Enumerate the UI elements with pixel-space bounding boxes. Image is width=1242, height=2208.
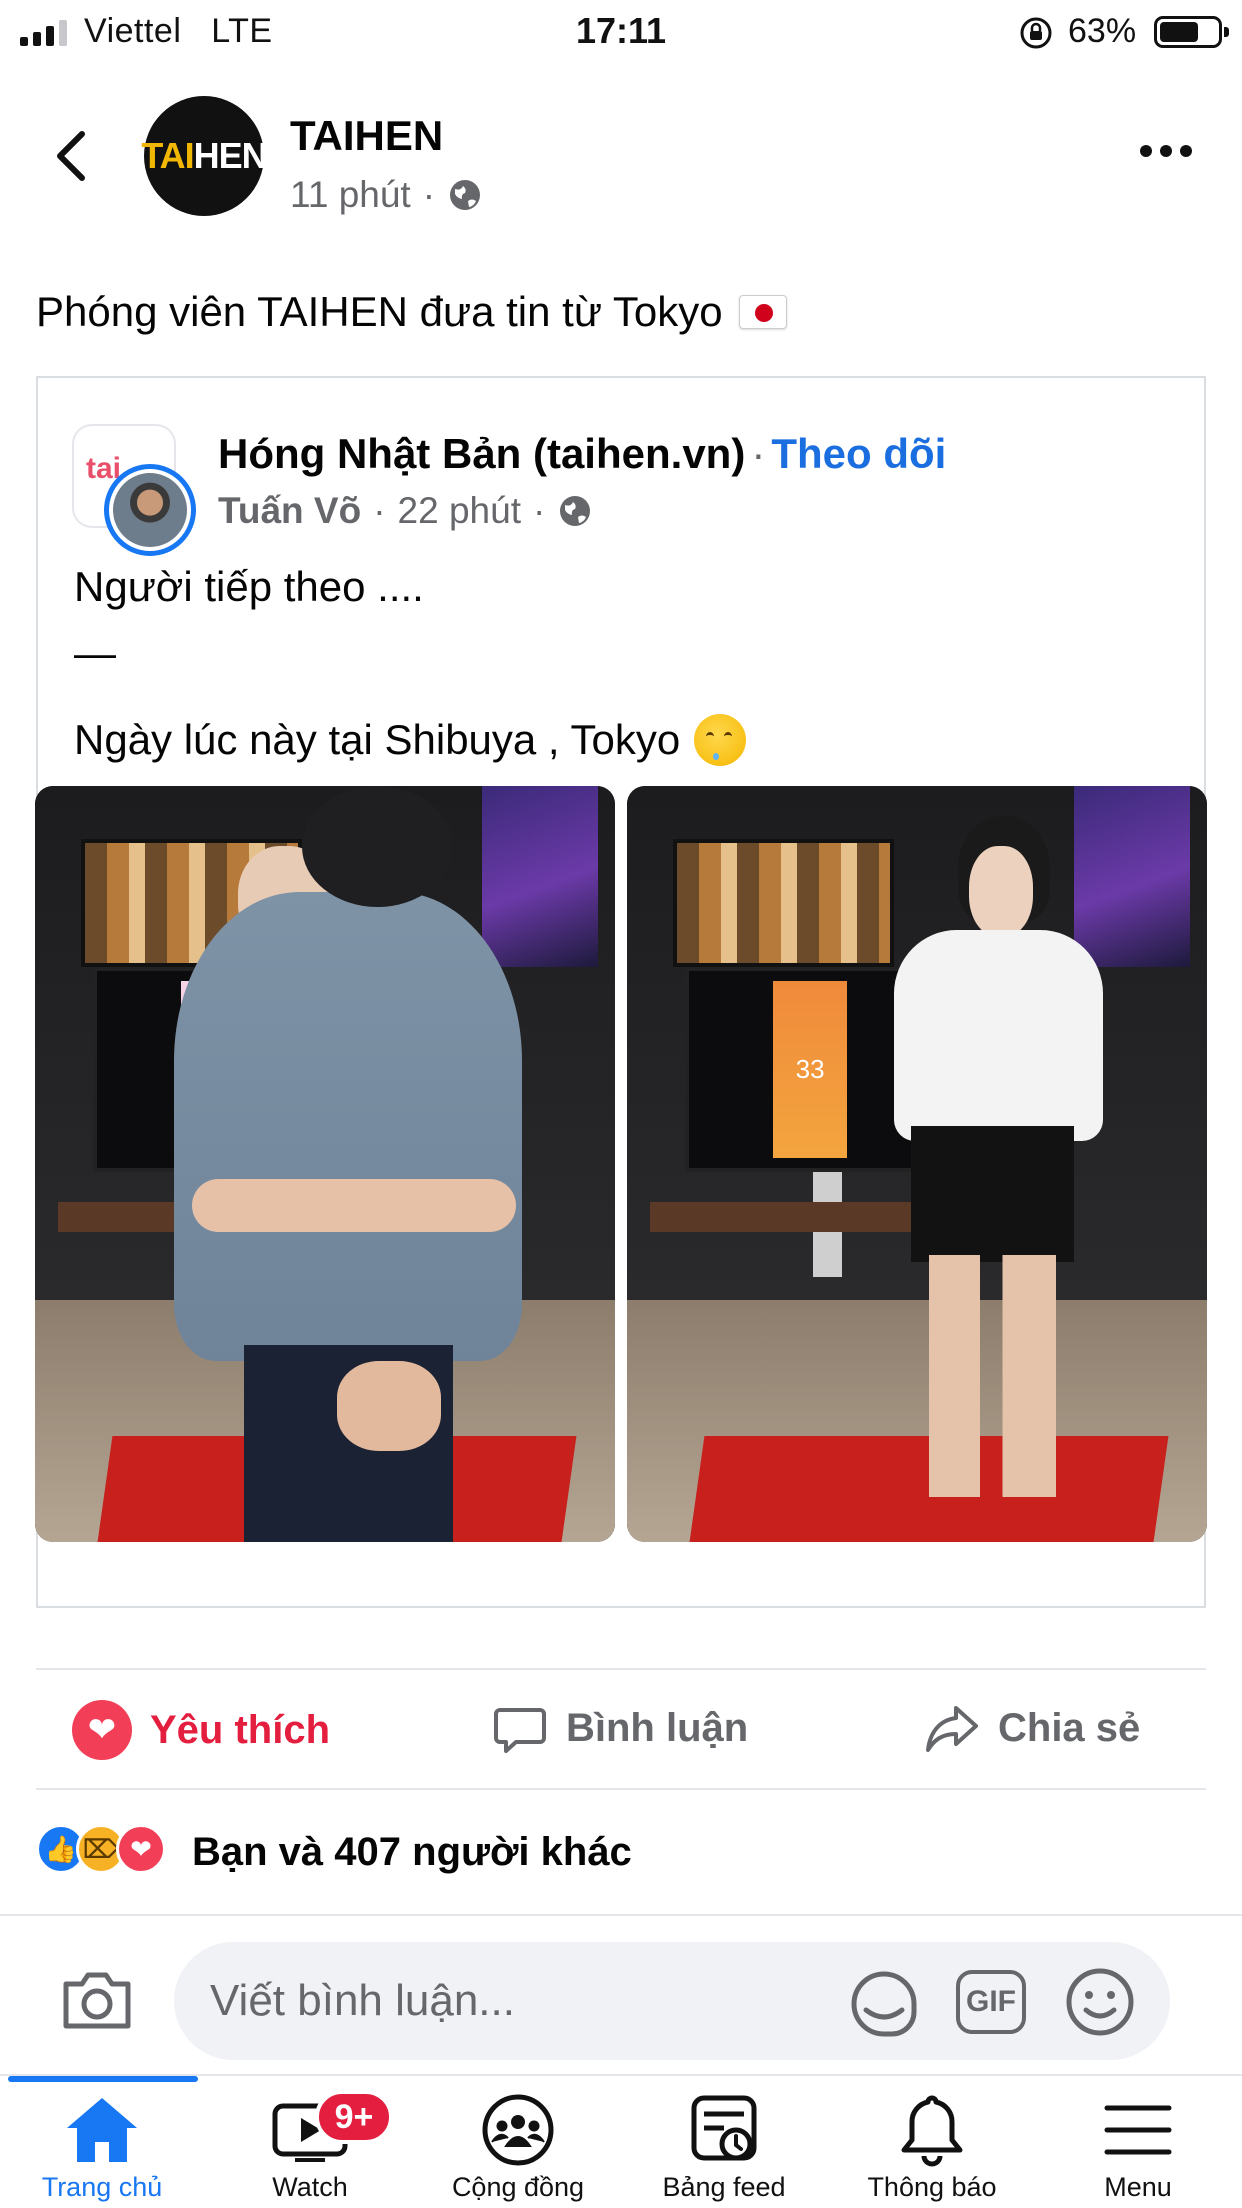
post-text: Phóng viên TAIHEN đưa tin từ Tokyo xyxy=(36,288,787,336)
comment-icon xyxy=(494,1708,546,1753)
shared-text-line-3-row: Ngày lúc này tại Shibuya , Tokyo xyxy=(74,714,747,766)
menu-icon xyxy=(1104,2105,1172,2155)
follow-button[interactable]: Theo dõi xyxy=(771,430,946,477)
comment-button[interactable]: Bình luận xyxy=(492,1700,748,1756)
bell-icon xyxy=(901,2095,963,2167)
gif-icon[interactable]: GIF xyxy=(956,1970,1026,2034)
groups-icon xyxy=(482,2094,554,2166)
tab-label: Menu xyxy=(1104,2172,1172,2202)
share-label: Chia sẻ xyxy=(998,1705,1141,1750)
post-time[interactable]: 11 phút xyxy=(290,174,411,216)
shared-post-title: Hóng Nhật Bản (taihen.vn) · Theo dõi xyxy=(218,430,946,478)
shared-post-time[interactable]: 22 phút xyxy=(398,490,521,532)
post-text-body: Phóng viên TAIHEN đưa tin từ Tokyo xyxy=(36,288,723,335)
rotation-lock-icon xyxy=(1020,17,1052,49)
status-bar: Viettel LTE 17:11 63% xyxy=(0,0,1242,62)
battery-percent: 63% xyxy=(1068,12,1137,50)
author-name[interactable]: Tuấn Võ xyxy=(218,490,361,532)
tab-home[interactable]: Trang chủ xyxy=(2,2090,202,2208)
tab-groups[interactable]: Cộng đồng xyxy=(418,2090,618,2208)
meta-separator: · xyxy=(373,490,386,531)
photo-right[interactable]: 33 xyxy=(627,786,1207,1542)
reaction-icons[interactable]: 👍 ⌦ ❤ xyxy=(36,1824,166,1874)
tab-label: Bảng feed xyxy=(662,2172,786,2202)
japan-flag-icon xyxy=(738,295,787,329)
photo-left[interactable] xyxy=(35,786,615,1542)
author-avatar xyxy=(104,464,196,556)
tab-label: Trang chủ xyxy=(41,2172,163,2202)
status-time: 17:11 xyxy=(575,10,667,51)
tab-watch[interactable]: 9+ Watch xyxy=(210,2090,410,2208)
photo-counter: 33 xyxy=(773,981,848,1158)
globe-icon xyxy=(560,496,591,526)
battery-icon xyxy=(1154,16,1229,48)
tab-label: Watch xyxy=(272,2172,348,2202)
comment-bar: GIF xyxy=(0,1914,1242,2074)
tab-notifications[interactable]: Thông báo xyxy=(832,2090,1032,2208)
sticker-icon[interactable] xyxy=(846,1966,922,2042)
group-name[interactable]: Hóng Nhật Bản (taihen.vn) xyxy=(218,430,745,477)
back-icon[interactable] xyxy=(50,128,90,184)
love-label: Yêu thích xyxy=(150,1707,331,1752)
title-separator: · xyxy=(751,430,766,477)
tab-label: Cộng đồng xyxy=(451,2172,585,2202)
tab-menu[interactable]: Menu xyxy=(1038,2090,1238,2208)
taihen-logo: TAIHEN xyxy=(141,135,267,176)
share-button[interactable]: Chia sẻ xyxy=(924,1700,1140,1756)
shared-text-line-3: Ngày lúc này tại Shibuya , Tokyo xyxy=(74,716,681,763)
home-icon xyxy=(67,2098,137,2162)
love-button[interactable]: ❤ Yêu thích xyxy=(72,1700,330,1760)
meta-separator: · xyxy=(532,490,546,531)
shared-post-meta: Tuấn Võ · 22 phút · xyxy=(218,490,593,532)
page-avatar[interactable]: TAIHEN xyxy=(141,96,268,216)
divider xyxy=(36,1668,1206,1670)
globe-icon xyxy=(450,180,481,210)
tab-feeds[interactable]: Bảng feed xyxy=(624,2090,824,2208)
heart-icon: ❤ xyxy=(72,1700,132,1760)
tab-label: Thông báo xyxy=(867,2172,997,2202)
divider xyxy=(36,1788,1206,1790)
shared-text-line-1: Người tiếp theo .... xyxy=(74,563,424,610)
shared-post-avatar[interactable]: tai xyxy=(72,424,196,556)
love-reaction-icon: ❤ xyxy=(116,1824,166,1874)
bottom-tab-bar: Trang chủ 9+ Watch Cộng đồng Bảng feed T… xyxy=(0,2074,1242,2208)
camera-icon[interactable] xyxy=(60,1968,134,2032)
emoji-icon[interactable] xyxy=(1064,1966,1136,2038)
shared-text-line-2: — xyxy=(74,629,116,676)
feed-icon xyxy=(691,2095,757,2161)
post-meta: 11 phút · xyxy=(290,174,483,216)
shared-post-text: Người tiếp theo .... — Ngày lúc này tại … xyxy=(74,563,747,766)
meta-separator: · xyxy=(422,174,436,215)
share-icon xyxy=(926,1706,978,1752)
comment-label: Bình luận xyxy=(566,1705,749,1750)
notification-badge: 9+ xyxy=(315,2090,393,2144)
more-options-icon[interactable] xyxy=(1140,145,1192,157)
crying-face-emoji-icon xyxy=(694,714,747,766)
page-name[interactable]: TAIHEN xyxy=(290,112,443,160)
active-tab-indicator xyxy=(8,2076,198,2082)
reaction-summary[interactable]: Bạn và 407 người khác xyxy=(192,1830,632,1875)
